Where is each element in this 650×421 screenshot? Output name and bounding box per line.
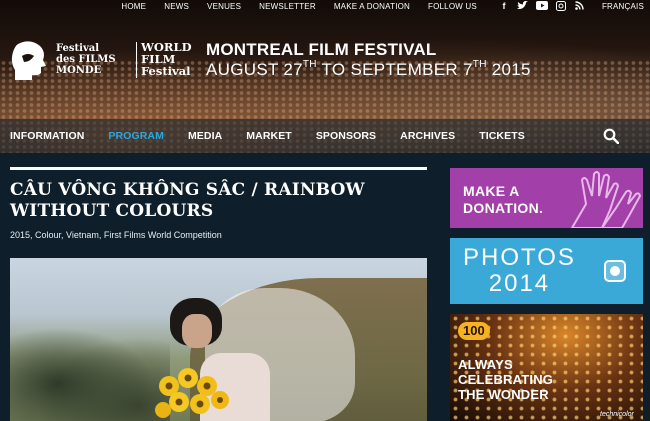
100-badge: 100 <box>458 322 490 340</box>
nav-market[interactable]: MARKET <box>246 130 292 142</box>
topnav-news[interactable]: NEWS <box>164 2 189 11</box>
logo-divider <box>136 42 137 78</box>
photos-line-1: PHOTOS <box>463 244 576 271</box>
social-links: f <box>491 0 586 11</box>
technicolor-slogan: ALWAYS CELEBRATING THE WONDER <box>458 357 554 402</box>
topnav-follow-us: FOLLOW US <box>428 1 477 11</box>
facebook-icon[interactable]: f <box>498 1 510 11</box>
top-navigation: HOME NEWS VENUES NEWSLETTER MAKE A DONAT… <box>103 0 650 12</box>
title-divider <box>10 167 427 170</box>
donate-line-1: MAKE A <box>463 183 520 199</box>
sunflower-bouquet <box>155 368 229 418</box>
nav-information[interactable]: INFORMATION <box>10 130 84 142</box>
language-switch[interactable]: FRANÇAIS <box>602 2 644 11</box>
logo-text-french: Festival des FILMS MONDE <box>56 43 116 76</box>
technicolor-banner[interactable]: 100 ALWAYS CELEBRATING THE WONDER techni… <box>450 314 643 421</box>
nav-tickets[interactable]: TICKETS <box>479 130 525 142</box>
photos-line-2: 2014 <box>488 270 551 297</box>
topnav-home[interactable]: HOME <box>121 2 146 11</box>
nav-sponsors[interactable]: SPONSORS <box>316 130 376 142</box>
youtube-icon[interactable] <box>535 1 548 11</box>
site-header: HOME NEWS VENUES NEWSLETTER MAKE A DONAT… <box>0 0 650 153</box>
hands-icon <box>570 171 642 228</box>
nav-program[interactable]: PROGRAM <box>108 130 164 142</box>
film-meta: 2015, Colour, Vietnam, First Films World… <box>10 230 222 240</box>
topnav-venues[interactable]: VENUES <box>207 2 241 11</box>
festival-dates: AUGUST 27TH TO SEPTEMBER 7TH 2015 <box>206 59 531 79</box>
topnav-newsletter[interactable]: NEWSLETTER <box>259 2 316 11</box>
film-still-image <box>10 258 427 421</box>
search-icon[interactable] <box>603 128 619 144</box>
photos-2014-banner[interactable]: PHOTOS 2014 <box>450 238 643 304</box>
technicolor-brand: technicolor <box>600 411 634 418</box>
nav-media[interactable]: MEDIA <box>188 130 222 142</box>
twitter-icon[interactable] <box>517 0 529 11</box>
donate-line-2: DONATION. <box>463 200 544 216</box>
instagram-icon[interactable] <box>555 1 567 11</box>
festival-title: MONTREAL FILM FESTIVAL <box>206 40 437 59</box>
festival-logo[interactable]: Festival des FILMS MONDE WORLD FILM Fest… <box>10 40 192 80</box>
main-navigation: INFORMATION PROGRAM MEDIA MARKET SPONSOR… <box>0 119 650 153</box>
profile-head-icon <box>11 41 46 80</box>
camera-icon <box>604 260 626 282</box>
nav-archives[interactable]: ARCHIVES <box>400 130 455 142</box>
film-title: CÂU VÔNG KHÔNG SÂC / RAINBOW WITHOUT COL… <box>10 180 365 221</box>
topnav-make-a-donation[interactable]: MAKE A DONATION <box>334 2 410 11</box>
rss-icon[interactable] <box>574 1 586 11</box>
donation-banner[interactable]: MAKE A DONATION. <box>450 168 643 228</box>
logo-text-english: WORLD FILM Festival <box>141 40 192 78</box>
